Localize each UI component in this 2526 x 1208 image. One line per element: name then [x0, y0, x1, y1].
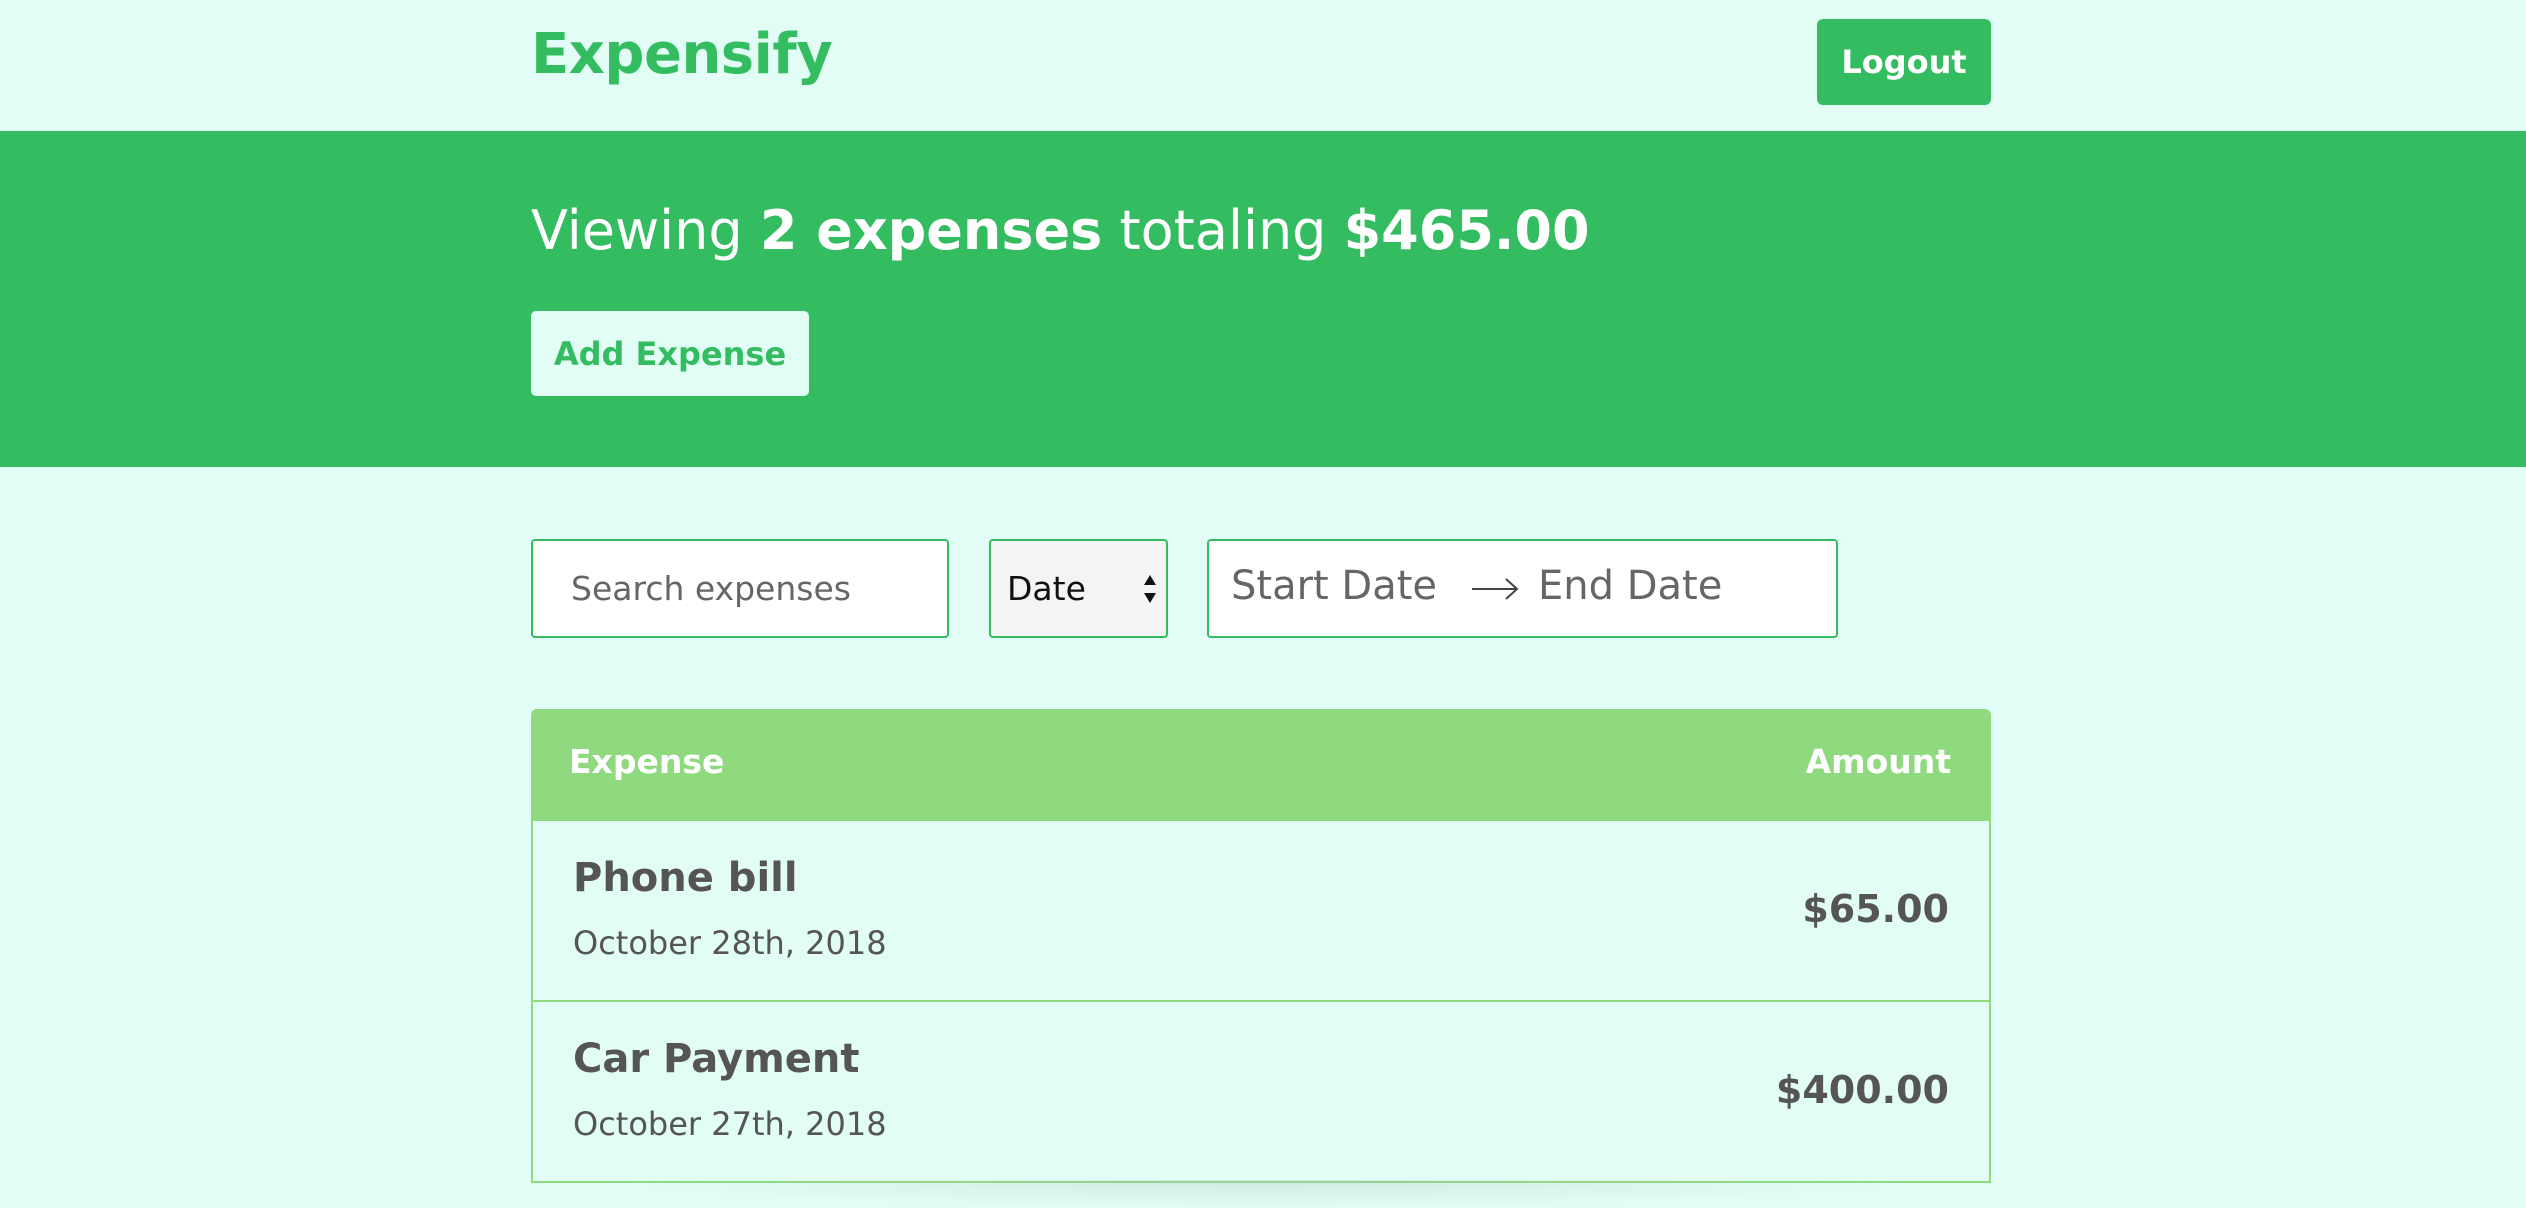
sort-select[interactable]: Date: [989, 539, 1168, 638]
summary-middle: totaling: [1102, 199, 1344, 262]
start-date-input[interactable]: Start Date: [1231, 563, 1437, 609]
expense-row[interactable]: Phone bill October 28th, 2018 $65.00: [531, 821, 1991, 1002]
expense-date: October 27th, 2018: [573, 1105, 887, 1143]
column-header-amount: Amount: [1805, 742, 1951, 781]
add-expense-button[interactable]: Add Expense: [531, 311, 809, 396]
logout-button[interactable]: Logout: [1817, 19, 1991, 105]
expense-description: Phone bill: [573, 855, 798, 901]
sort-select-value: Date: [1007, 569, 1086, 608]
brand-title[interactable]: Expensify: [531, 22, 833, 87]
column-header-expense: Expense: [569, 742, 725, 781]
expense-amount: $400.00: [1775, 1068, 1949, 1112]
expense-amount: $65.00: [1802, 887, 1949, 931]
expense-description: Car Payment: [573, 1036, 860, 1082]
arrow-right-icon: [1472, 578, 1519, 600]
expense-date: October 28th, 2018: [573, 924, 887, 962]
table-shadow: [600, 1180, 1920, 1208]
summary-total: $465.00: [1343, 199, 1590, 262]
table-header: Expense Amount: [531, 709, 1991, 821]
end-date-input[interactable]: End Date: [1538, 563, 1722, 609]
expense-table: Expense Amount Phone bill October 28th, …: [531, 709, 1991, 1183]
summary-banner: Viewing 2 expenses totaling $465.00 Add …: [0, 131, 2526, 467]
expenses-summary: Viewing 2 expenses totaling $465.00: [531, 199, 1590, 262]
date-range-picker[interactable]: Start Date End Date: [1207, 539, 1838, 638]
search-input[interactable]: Search expenses: [531, 539, 949, 638]
summary-count: 2 expenses: [759, 199, 1103, 262]
expense-row[interactable]: Car Payment October 27th, 2018 $400.00: [531, 1002, 1991, 1183]
app-header: [0, 0, 2526, 131]
summary-prefix: Viewing: [531, 199, 760, 262]
select-arrows-icon: [1144, 575, 1156, 603]
